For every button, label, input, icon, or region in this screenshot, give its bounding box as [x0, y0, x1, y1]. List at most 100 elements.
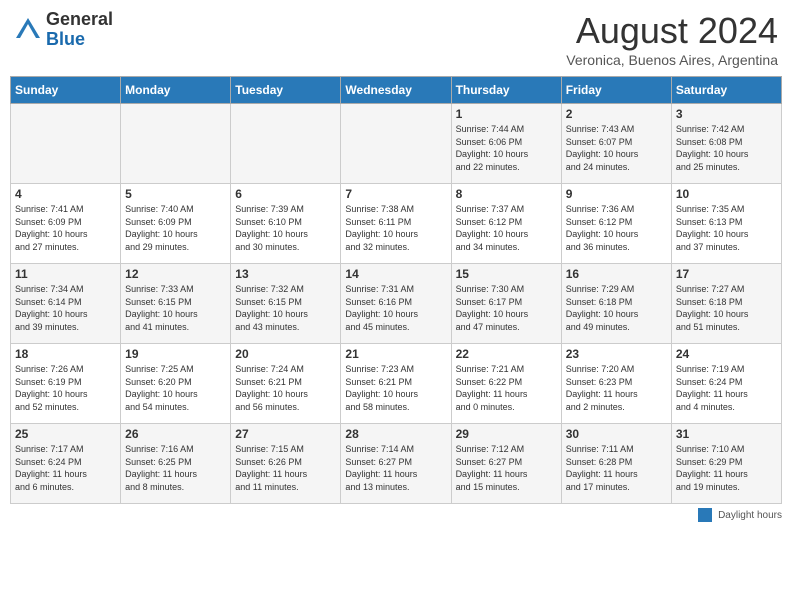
day-number: 9	[566, 187, 667, 201]
day-number: 14	[345, 267, 446, 281]
calendar-cell: 29Sunrise: 7:12 AM Sunset: 6:27 PM Dayli…	[451, 424, 561, 504]
day-number: 8	[456, 187, 557, 201]
calendar-cell: 18Sunrise: 7:26 AM Sunset: 6:19 PM Dayli…	[11, 344, 121, 424]
day-header: Monday	[121, 77, 231, 104]
calendar-week-row: 18Sunrise: 7:26 AM Sunset: 6:19 PM Dayli…	[11, 344, 782, 424]
title-section: August 2024 Veronica, Buenos Aires, Arge…	[566, 10, 778, 68]
day-number: 7	[345, 187, 446, 201]
day-number: 17	[676, 267, 777, 281]
day-number: 21	[345, 347, 446, 361]
calendar-cell: 2 Sunrise: 7:43 AM Sunset: 6:07 PM Daylig…	[561, 104, 671, 184]
calendar-cell: 27 Sunrise: 7:15 AM Sunset: 6:26 PM Dayli…	[231, 424, 341, 504]
footer: Daylight hours	[10, 508, 782, 522]
calendar-cell	[231, 104, 341, 184]
day-number: 23	[566, 347, 667, 361]
day-info: Sunrise: 7:27 AM Sunset: 6:18 PM Dayligh…	[676, 283, 777, 333]
calendar-cell: 20Sunrise: 7:24 AM Sunset: 6:21 PM Dayli…	[231, 344, 341, 424]
logo-blue: Blue	[46, 29, 85, 49]
day-info: Sunrise: 7:17 AM Sunset: 6:24 PM Dayligh…	[15, 443, 116, 493]
day-number: 31	[676, 427, 777, 441]
day-info: Sunrise: 7:24 AM Sunset: 6:21 PM Dayligh…	[235, 363, 336, 413]
day-number: 19	[125, 347, 226, 361]
day-number: 27	[235, 427, 336, 441]
month-title: August 2024	[566, 10, 778, 52]
calendar-cell: 5 Sunrise: 7:40 AM Sunset: 6:09 PM Daylig…	[121, 184, 231, 264]
day-info: Sunrise: 7:20 AM Sunset: 6:23 PM Dayligh…	[566, 363, 667, 413]
day-header: Saturday	[671, 77, 781, 104]
calendar-cell: 16 Sunrise: 7:29 AM Sunset: 6:18 PM Dayli…	[561, 264, 671, 344]
day-number: 22	[456, 347, 557, 361]
day-info: Sunrise: 7:12 AM Sunset: 6:27 PM Dayligh…	[456, 443, 557, 493]
calendar-cell: 8 Sunrise: 7:37 AM Sunset: 6:12 PM Daylig…	[451, 184, 561, 264]
day-info: Sunrise: 7:10 AM Sunset: 6:29 PM Dayligh…	[676, 443, 777, 493]
day-number: 10	[676, 187, 777, 201]
day-info: Sunrise: 7:25 AM Sunset: 6:20 PM Dayligh…	[125, 363, 226, 413]
day-info: Sunrise: 7:43 AM Sunset: 6:07 PM Dayligh…	[566, 123, 667, 173]
day-info: Sunrise: 7:19 AM Sunset: 6:24 PM Dayligh…	[676, 363, 777, 413]
day-number: 2	[566, 107, 667, 121]
day-info: Sunrise: 7:38 AM Sunset: 6:11 PM Dayligh…	[345, 203, 446, 253]
day-number: 11	[15, 267, 116, 281]
day-number: 18	[15, 347, 116, 361]
day-number: 5	[125, 187, 226, 201]
day-number: 16	[566, 267, 667, 281]
day-info: Sunrise: 7:37 AM Sunset: 6:12 PM Dayligh…	[456, 203, 557, 253]
day-info: Sunrise: 7:34 AM Sunset: 6:14 PM Dayligh…	[15, 283, 116, 333]
day-number: 26	[125, 427, 226, 441]
day-number: 15	[456, 267, 557, 281]
calendar-cell: 17 Sunrise: 7:27 AM Sunset: 6:18 PM Dayli…	[671, 264, 781, 344]
day-number: 12	[125, 267, 226, 281]
calendar-cell	[121, 104, 231, 184]
calendar-cell: 22 Sunrise: 7:21 AM Sunset: 6:22 PM Dayli…	[451, 344, 561, 424]
calendar-cell: 25Sunrise: 7:17 AM Sunset: 6:24 PM Dayli…	[11, 424, 121, 504]
header: General Blue August 2024 Veronica, Bueno…	[10, 10, 782, 68]
calendar-cell: 28Sunrise: 7:14 AM Sunset: 6:27 PM Dayli…	[341, 424, 451, 504]
calendar-header: SundayMondayTuesdayWednesdayThursdayFrid…	[11, 77, 782, 104]
day-header: Sunday	[11, 77, 121, 104]
legend-box	[698, 508, 712, 522]
calendar-cell: 13Sunrise: 7:32 AM Sunset: 6:15 PM Dayli…	[231, 264, 341, 344]
day-header: Tuesday	[231, 77, 341, 104]
calendar-table: SundayMondayTuesdayWednesdayThursdayFrid…	[10, 76, 782, 504]
logo-text: General Blue	[46, 10, 113, 50]
calendar-cell: 24 Sunrise: 7:19 AM Sunset: 6:24 PM Dayli…	[671, 344, 781, 424]
legend-label: Daylight hours	[718, 510, 782, 521]
calendar-cell: 3 Sunrise: 7:42 AM Sunset: 6:08 PM Daylig…	[671, 104, 781, 184]
day-info: Sunrise: 7:42 AM Sunset: 6:08 PM Dayligh…	[676, 123, 777, 173]
calendar-cell: 19 Sunrise: 7:25 AM Sunset: 6:20 PM Dayli…	[121, 344, 231, 424]
calendar-cell: 12 Sunrise: 7:33 AM Sunset: 6:15 PM Dayli…	[121, 264, 231, 344]
calendar-cell: 1Sunrise: 7:44 AM Sunset: 6:06 PM Daylig…	[451, 104, 561, 184]
day-number: 6	[235, 187, 336, 201]
calendar-cell	[11, 104, 121, 184]
calendar-cell: 11 Sunrise: 7:34 AM Sunset: 6:14 PM Dayli…	[11, 264, 121, 344]
logo-general: General	[46, 9, 113, 29]
calendar-cell: 23 Sunrise: 7:20 AM Sunset: 6:23 PM Dayli…	[561, 344, 671, 424]
calendar-cell: 31 Sunrise: 7:10 AM Sunset: 6:29 PM Dayli…	[671, 424, 781, 504]
header-row: SundayMondayTuesdayWednesdayThursdayFrid…	[11, 77, 782, 104]
calendar-body: 1Sunrise: 7:44 AM Sunset: 6:06 PM Daylig…	[11, 104, 782, 504]
day-info: Sunrise: 7:29 AM Sunset: 6:18 PM Dayligh…	[566, 283, 667, 333]
day-info: Sunrise: 7:39 AM Sunset: 6:10 PM Dayligh…	[235, 203, 336, 253]
day-number: 24	[676, 347, 777, 361]
day-info: Sunrise: 7:41 AM Sunset: 6:09 PM Dayligh…	[15, 203, 116, 253]
day-info: Sunrise: 7:15 AM Sunset: 6:26 PM Dayligh…	[235, 443, 336, 493]
day-header: Friday	[561, 77, 671, 104]
day-info: Sunrise: 7:14 AM Sunset: 6:27 PM Dayligh…	[345, 443, 446, 493]
day-number: 13	[235, 267, 336, 281]
logo-icon	[14, 16, 42, 44]
day-number: 30	[566, 427, 667, 441]
day-header: Wednesday	[341, 77, 451, 104]
day-info: Sunrise: 7:40 AM Sunset: 6:09 PM Dayligh…	[125, 203, 226, 253]
calendar-cell: 21 Sunrise: 7:23 AM Sunset: 6:21 PM Dayli…	[341, 344, 451, 424]
day-info: Sunrise: 7:33 AM Sunset: 6:15 PM Dayligh…	[125, 283, 226, 333]
calendar-cell: 14Sunrise: 7:31 AM Sunset: 6:16 PM Dayli…	[341, 264, 451, 344]
day-info: Sunrise: 7:23 AM Sunset: 6:21 PM Dayligh…	[345, 363, 446, 413]
day-number: 3	[676, 107, 777, 121]
calendar-week-row: 25Sunrise: 7:17 AM Sunset: 6:24 PM Dayli…	[11, 424, 782, 504]
day-info: Sunrise: 7:36 AM Sunset: 6:12 PM Dayligh…	[566, 203, 667, 253]
calendar-cell: 15Sunrise: 7:30 AM Sunset: 6:17 PM Dayli…	[451, 264, 561, 344]
calendar-cell: 4Sunrise: 7:41 AM Sunset: 6:09 PM Daylig…	[11, 184, 121, 264]
day-info: Sunrise: 7:21 AM Sunset: 6:22 PM Dayligh…	[456, 363, 557, 413]
day-info: Sunrise: 7:11 AM Sunset: 6:28 PM Dayligh…	[566, 443, 667, 493]
calendar-week-row: 1Sunrise: 7:44 AM Sunset: 6:06 PM Daylig…	[11, 104, 782, 184]
